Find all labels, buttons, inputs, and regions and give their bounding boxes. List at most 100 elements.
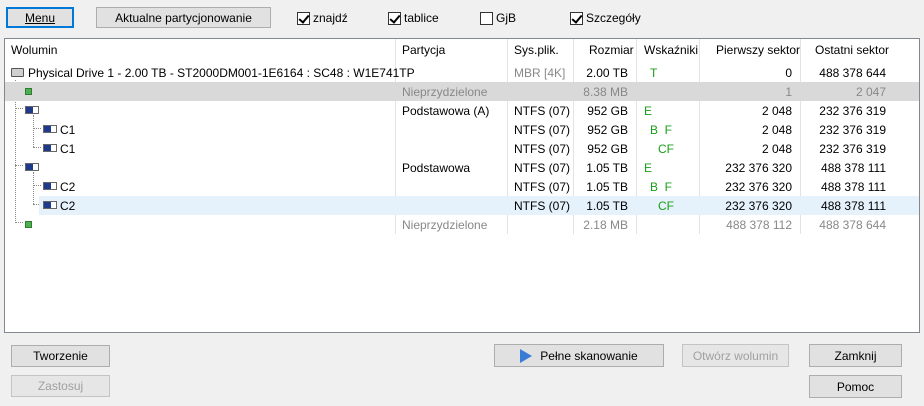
current-partitioning-label: Aktualne partycjonowanie (115, 10, 252, 25)
row-volume: Physical Drive 1 - 2.00 TB - ST2000DM001… (28, 66, 415, 80)
row-flags: CF (658, 199, 674, 213)
drive-icon (11, 68, 24, 77)
details-checkbox[interactable]: Szczegóły (570, 10, 641, 26)
column-header-flags[interactable]: Wskaźniki (644, 43, 698, 57)
row-volume: C1 (60, 123, 76, 137)
create-button[interactable]: Tworzenie (11, 345, 110, 367)
row-filesystem: NTFS (07) (514, 180, 571, 194)
help-button[interactable]: Pomoc (809, 375, 902, 398)
table-row[interactable]: C1 NTFS (07) 952 GB B F 2 048 232 376 31… (5, 120, 919, 139)
row-first-sector: 232 376 320 (725, 180, 792, 194)
row-partition: Podstawowa (A) (402, 104, 490, 118)
play-icon (520, 348, 533, 363)
row-size: 952 GB (587, 104, 628, 118)
row-flags: E (644, 104, 653, 118)
row-size: 1.05 TB (586, 161, 628, 175)
gjb-checkbox-label: GjB (496, 11, 517, 25)
search-checkbox-label: znajdź (313, 11, 348, 25)
table-row[interactable]: Podstawowa NTFS (07) 1.05 TB E 232 376 3… (5, 158, 919, 177)
tables-checkbox-label: tablice (404, 11, 439, 25)
row-last-sector: 232 376 319 (819, 142, 886, 156)
row-first-sector: 488 378 112 (726, 218, 792, 232)
volume-icon (25, 163, 39, 171)
row-flags: B F (650, 123, 673, 137)
volume-icon (43, 201, 57, 209)
volume-icon (25, 106, 39, 114)
volume-icon (43, 182, 57, 190)
column-header-volume[interactable]: Wolumin (11, 43, 57, 57)
row-flags: CF (658, 142, 674, 156)
close-button[interactable]: Zamknij (809, 344, 902, 367)
row-filesystem: NTFS (07) (514, 123, 571, 137)
volume-icon (43, 125, 57, 133)
row-last-sector: 488 378 111 (821, 161, 886, 175)
row-size: 2.18 MB (583, 218, 628, 232)
row-partition: Nieprzydzielone (402, 85, 488, 99)
row-size: 1.05 TB (586, 199, 628, 213)
details-checkbox-label: Szczegóły (586, 11, 641, 25)
table-header: Wolumin Partycja Sys.plik. Rozmiar Wskaź… (5, 39, 919, 61)
column-header-last-sector[interactable]: Ostatni sektor (815, 43, 889, 57)
row-last-sector: 488 378 644 (819, 66, 886, 80)
table-row[interactable]: Nieprzydzielone 8.38 MB 1 2 047 (5, 82, 919, 101)
row-filesystem: NTFS (07) (514, 142, 571, 156)
details-checkbox-box[interactable] (570, 11, 583, 25)
full-scan-button-label: Pełne skanowanie (540, 348, 638, 363)
column-header-size[interactable]: Rozmiar (589, 43, 634, 57)
row-flags: T (650, 66, 658, 80)
row-filesystem: NTFS (07) (514, 104, 571, 118)
row-size: 952 GB (587, 123, 628, 137)
row-size: 1.05 TB (586, 180, 628, 194)
table-row-selected[interactable]: C2 NTFS (07) 1.05 TB CF 232 376 320 488 … (5, 196, 919, 215)
create-button-label: Tworzenie (33, 349, 88, 363)
menu-button[interactable]: Menu (6, 7, 74, 28)
row-last-sector: 488 378 111 (821, 199, 886, 213)
search-checkbox-box[interactable] (297, 11, 310, 25)
row-flags: E (644, 161, 653, 175)
table-row[interactable]: Physical Drive 1 - 2.00 TB - ST2000DM001… (5, 63, 919, 82)
row-last-sector: 488 378 111 (821, 180, 886, 194)
apply-button[interactable]: Zastosuj (11, 375, 110, 397)
close-button-label: Zamknij (834, 348, 877, 363)
unallocated-icon (25, 88, 32, 95)
gjb-checkbox[interactable]: GjB (480, 10, 516, 26)
row-volume: C2 (60, 180, 76, 194)
table-row[interactable]: Nieprzydzielone 2.18 MB 488 378 112 488 … (5, 215, 919, 234)
volume-icon (43, 144, 57, 152)
column-header-filesystem[interactable]: Sys.plik. (514, 43, 559, 57)
row-partition: Nieprzydzielone (402, 218, 488, 232)
row-size: 2.00 TB (586, 66, 628, 80)
row-filesystem: NTFS (07) (514, 161, 571, 175)
full-scan-button[interactable]: Pełne skanowanie (494, 344, 664, 367)
search-checkbox[interactable]: znajdź (297, 10, 348, 26)
row-last-sector: 232 376 319 (819, 104, 886, 118)
row-size: 8.38 MB (583, 85, 628, 99)
row-volume: C1 (60, 142, 76, 156)
row-first-sector: 232 376 320 (725, 199, 792, 213)
tables-checkbox-box[interactable] (388, 11, 401, 25)
tables-checkbox[interactable]: tablice (388, 10, 439, 26)
row-first-sector: 2 048 (761, 123, 792, 137)
row-last-sector: 232 376 319 (819, 123, 886, 137)
open-volume-button[interactable]: Otwórz wolumin (682, 344, 789, 367)
row-flags: B F (650, 180, 673, 194)
current-partitioning-button[interactable]: Aktualne partycjonowanie (96, 7, 271, 28)
table-row[interactable]: C2 NTFS (07) 1.05 TB B F 232 376 320 488… (5, 177, 919, 196)
table-row[interactable]: C1 NTFS (07) 952 GB CF 2 048 232 376 319 (5, 139, 919, 158)
gjb-checkbox-box[interactable] (480, 11, 493, 25)
partition-table[interactable]: Wolumin Partycja Sys.plik. Rozmiar Wskaź… (4, 38, 920, 333)
apply-button-label: Zastosuj (37, 379, 84, 393)
row-last-sector: 2 047 (855, 85, 886, 99)
table-row[interactable]: Podstawowa (A) NTFS (07) 952 GB E 2 048 … (5, 101, 919, 120)
column-header-partition[interactable]: Partycja (402, 43, 445, 57)
row-filesystem: NTFS (07) (514, 199, 571, 213)
unallocated-icon (25, 221, 32, 228)
row-first-sector: 2 048 (761, 142, 792, 156)
column-header-first-sector[interactable]: Pierwszy sektor (716, 43, 800, 57)
row-first-sector: 0 (785, 66, 792, 80)
menu-button-label: Menu (24, 10, 56, 25)
row-size: 952 GB (587, 142, 628, 156)
row-last-sector: 488 378 644 (819, 218, 886, 232)
row-filesystem: MBR [4K] (514, 66, 566, 80)
row-first-sector: 232 376 320 (725, 161, 792, 175)
